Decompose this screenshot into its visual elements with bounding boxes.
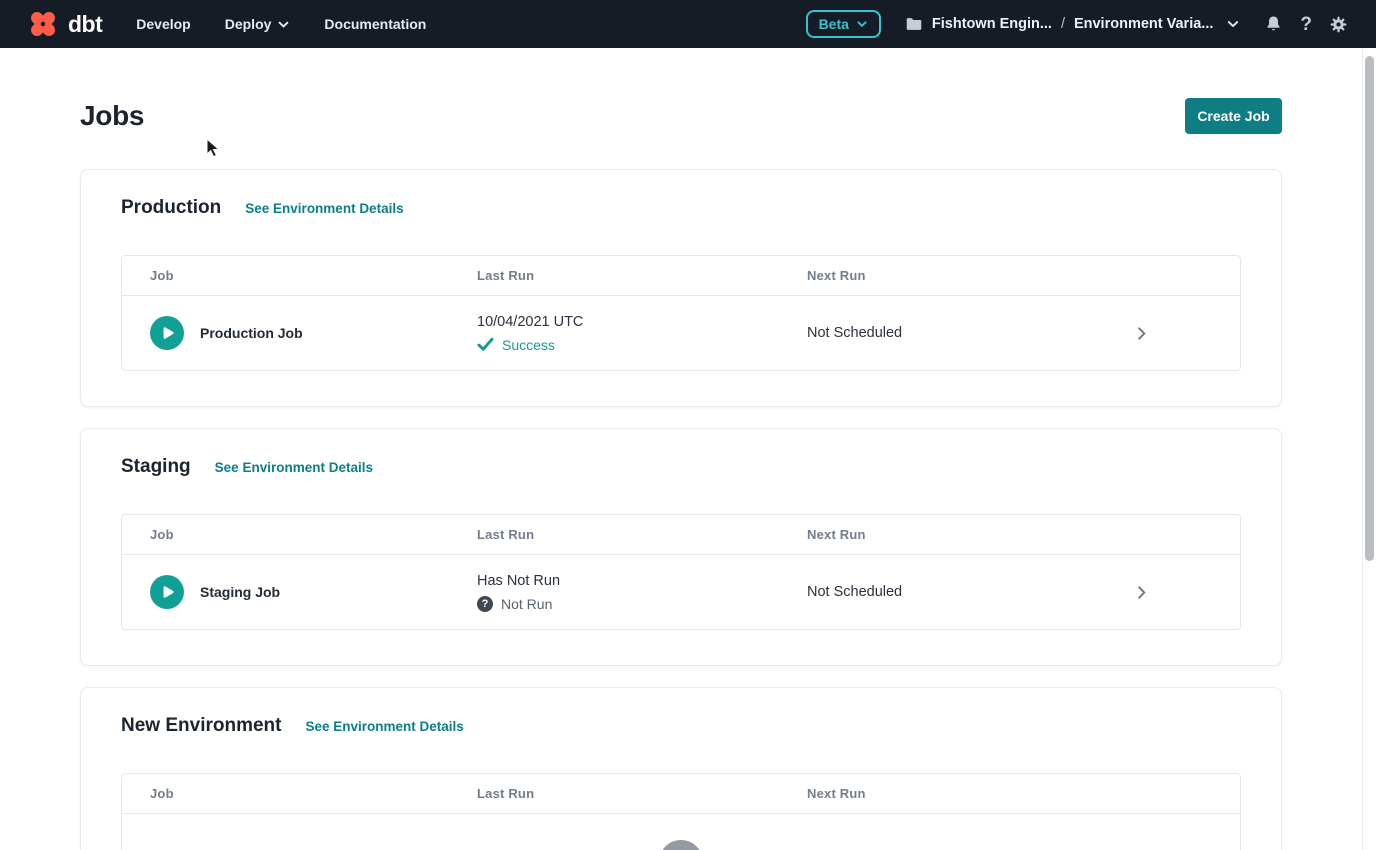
environment-card-production: Production See Environment Details Job L… (80, 169, 1282, 407)
next-run-value: Not Scheduled (807, 584, 1134, 600)
breadcrumb-section[interactable]: Environment Varia... (1074, 16, 1213, 32)
bell-icon[interactable] (1264, 14, 1283, 34)
job-name[interactable]: Production Job (200, 325, 303, 341)
empty-jobs-area: ? (122, 814, 1240, 850)
jobs-page: Jobs Create Job Production See Environme… (0, 98, 1362, 850)
environment-card-new-environment: New Environment See Environment Details … (80, 687, 1282, 850)
column-header-next-run: Next Run (807, 268, 1134, 283)
column-header-last-run: Last Run (477, 786, 807, 801)
environment-card-staging: Staging See Environment Details Job Last… (80, 428, 1282, 666)
status-badge: Not Run (501, 594, 552, 614)
brand-name: dbt (68, 11, 102, 38)
jobs-table: Job Last Run Next Run ? (121, 773, 1241, 850)
dbt-logo-icon (26, 7, 60, 41)
dbt-logo[interactable]: dbt (26, 7, 102, 41)
question-mark-icon: ? (659, 840, 703, 850)
run-job-button[interactable] (150, 575, 184, 609)
jobs-table: Job Last Run Next Run Production Job 10/… (121, 255, 1241, 371)
question-mark-icon: ? (477, 596, 493, 612)
see-environment-details-link[interactable]: See Environment Details (215, 460, 373, 475)
play-icon (156, 581, 178, 603)
see-environment-details-link[interactable]: See Environment Details (305, 719, 463, 734)
gear-icon[interactable] (1329, 15, 1348, 34)
nav-item-documentation[interactable]: Documentation (324, 16, 426, 32)
column-header-next-run: Next Run (807, 786, 1134, 801)
chevron-right-icon[interactable] (1134, 325, 1149, 342)
page-title: Jobs (80, 100, 144, 132)
last-run-date: Has Not Run (477, 571, 807, 591)
column-header-next-run: Next Run (807, 527, 1134, 542)
column-header-job: Job (122, 268, 477, 283)
scrollbar-thumb[interactable] (1365, 56, 1374, 561)
chevron-right-icon[interactable] (1134, 584, 1149, 601)
column-header-job: Job (122, 786, 477, 801)
see-environment-details-link[interactable]: See Environment Details (245, 201, 403, 216)
status-badge: Success (502, 335, 555, 355)
jobs-table: Job Last Run Next Run Staging Job Has No… (121, 514, 1241, 630)
environment-name: Staging (121, 456, 191, 478)
breadcrumb-separator: / (1061, 16, 1065, 32)
check-icon (477, 337, 494, 352)
environment-name: Production (121, 197, 221, 219)
column-header-last-run: Last Run (477, 268, 807, 283)
table-row[interactable]: Staging Job Has Not Run ? Not Run Not Sc… (122, 555, 1240, 629)
play-icon (156, 322, 178, 344)
table-row[interactable]: Production Job 10/04/2021 UTC Success No… (122, 296, 1240, 370)
nav-item-deploy[interactable]: Deploy (225, 16, 291, 32)
chevron-down-icon (856, 18, 868, 30)
top-navbar: dbt Develop Deploy Documentation Beta Fi… (0, 0, 1376, 48)
breadcrumb-project[interactable]: Fishtown Engin... (932, 16, 1052, 32)
next-run-value: Not Scheduled (807, 325, 1134, 341)
run-job-button[interactable] (150, 316, 184, 350)
help-icon[interactable]: ? (1300, 15, 1312, 34)
create-job-button[interactable]: Create Job (1185, 98, 1282, 134)
job-name[interactable]: Staging Job (200, 584, 280, 600)
chevron-down-icon (277, 18, 290, 31)
column-header-last-run: Last Run (477, 527, 807, 542)
vertical-scrollbar[interactable] (1362, 48, 1376, 850)
column-header-job: Job (122, 527, 477, 542)
beta-dropdown[interactable]: Beta (806, 10, 881, 38)
last-run-date: 10/04/2021 UTC (477, 312, 807, 332)
folder-icon (905, 16, 923, 32)
nav-item-develop[interactable]: Develop (136, 16, 190, 32)
environment-name: New Environment (121, 715, 281, 737)
breadcrumb[interactable]: Fishtown Engin... / Environment Varia... (905, 16, 1240, 32)
chevron-down-icon[interactable] (1226, 17, 1240, 31)
